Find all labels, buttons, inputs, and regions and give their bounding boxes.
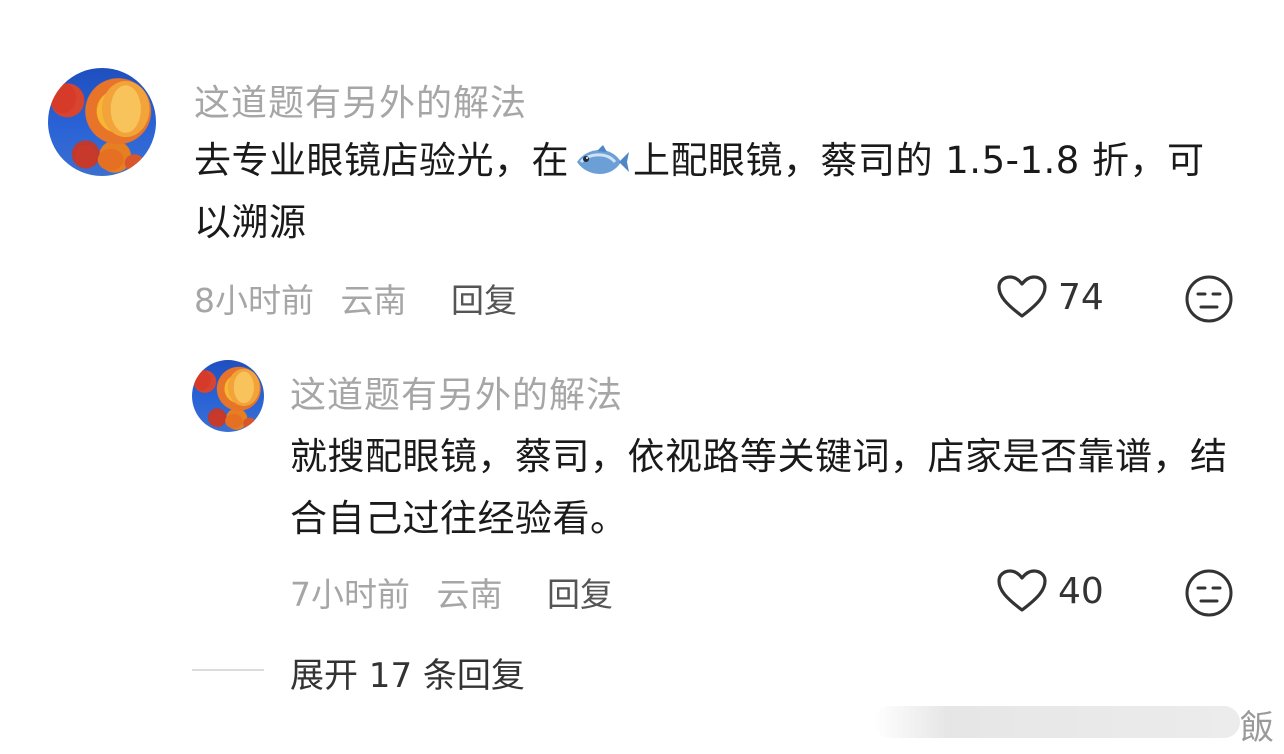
fish-emoji xyxy=(573,140,629,182)
comment-text: 去专业眼镜店验光，在 xyxy=(194,139,569,182)
comment-body: 就搜配眼镜，蔡司，依视路等关键词，店家是否靠谱，结合自己过往经验看。 xyxy=(290,435,1228,540)
watermark-bar xyxy=(874,706,1240,738)
comment-location: 云南 xyxy=(340,281,407,320)
reply-button[interactable]: 回复 xyxy=(547,575,613,614)
comment-username[interactable]: 这道题有另外的解法 xyxy=(290,366,623,418)
heart-outline-icon xyxy=(997,275,1047,318)
like-button[interactable]: 40 xyxy=(996,568,1104,614)
comment-time: 7小时前 xyxy=(290,575,410,614)
like-button[interactable]: 74 xyxy=(996,274,1104,320)
avatar[interactable] xyxy=(192,360,264,432)
like-count: 74 xyxy=(1058,276,1104,318)
hot-air-balloons-image xyxy=(50,80,150,172)
comment-meta: 7小时前 云南 回复 xyxy=(290,568,613,616)
divider xyxy=(192,669,264,671)
comment-location: 云南 xyxy=(436,575,503,614)
dislike-face-icon xyxy=(1185,275,1233,323)
comment-username[interactable]: 这道题有另外的解法 xyxy=(194,74,527,126)
heart-outline-icon xyxy=(997,569,1047,612)
expand-replies-button[interactable]: 展开 17 条回复 xyxy=(290,648,525,697)
avatar[interactable] xyxy=(48,68,156,176)
like-count: 40 xyxy=(1058,570,1104,612)
comment-meta: 8小时前 云南 回复 xyxy=(194,274,517,322)
comment-body: 去专业眼镜店验光，在 上配眼镜，蔡司的 1.5-1.8 折，可以溯源 xyxy=(194,130,1224,254)
comment-time: 8小时前 xyxy=(194,281,314,320)
hot-air-balloons-image xyxy=(193,368,260,430)
dislike-button[interactable] xyxy=(1184,274,1234,324)
reply-button[interactable]: 回复 xyxy=(451,281,517,320)
dislike-face-icon xyxy=(1185,569,1233,617)
dislike-button[interactable] xyxy=(1184,568,1234,618)
watermark: 飯 xyxy=(1240,708,1274,748)
